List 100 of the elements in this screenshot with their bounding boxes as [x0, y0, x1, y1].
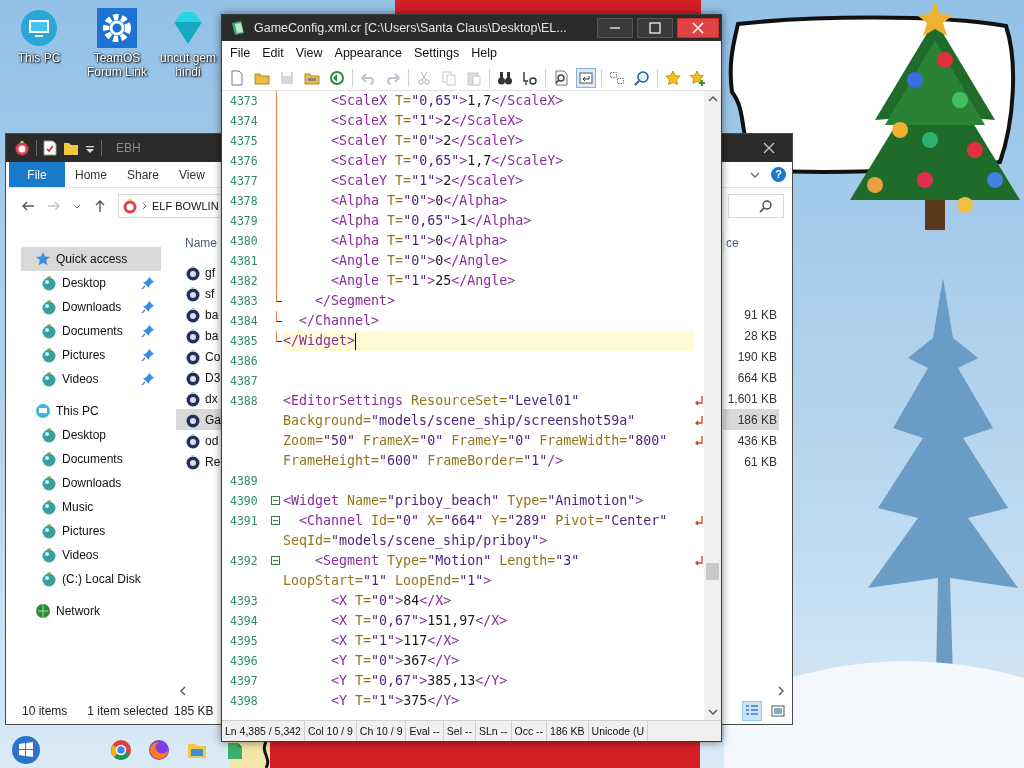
file-name: dx: [205, 391, 218, 406]
code-line: <Widget Name="priboy_beach" Type="Animotion">: [283, 492, 644, 511]
ornament-icon: [41, 547, 57, 563]
selection-info: 1 item selected: [87, 704, 169, 718]
status-field: Unicode (U: [588, 721, 649, 741]
scroll-down-icon[interactable]: [707, 708, 718, 716]
column-header[interactable]: Name: [176, 232, 217, 254]
nav-item[interactable]: Pictures: [21, 343, 161, 367]
pin-icon: [141, 300, 155, 314]
scroll-right-icon[interactable]: [777, 686, 785, 696]
file-size: 664 KB: [737, 370, 777, 385]
menu-item[interactable]: Help: [465, 46, 503, 60]
gear-icon[interactable]: [97, 8, 137, 48]
properties-icon[interactable]: [43, 140, 57, 156]
nav-item[interactable]: (C:) Local Disk: [21, 567, 161, 591]
ribbon-tab[interactable]: View: [169, 162, 215, 187]
nav-item[interactable]: Downloads: [21, 295, 161, 319]
file-row[interactable]: gf: [176, 262, 222, 283]
vertical-scrollbar[interactable]: [704, 91, 721, 720]
menu-item[interactable]: View: [289, 46, 329, 60]
column-header[interactable]: ce: [723, 232, 739, 254]
line-number: 4398: [230, 694, 258, 708]
details-list-icon: [745, 704, 759, 718]
line-number: 4381: [230, 254, 258, 268]
fold-button[interactable]: [271, 556, 280, 565]
line-number: 4382: [230, 274, 258, 288]
maximize-button[interactable]: [637, 18, 673, 38]
fold-button[interactable]: [271, 516, 280, 525]
ornament-icon: [41, 475, 57, 491]
fold-button[interactable]: [271, 496, 280, 505]
file-row[interactable]: D3: [176, 367, 222, 388]
file-row[interactable]: Ga: [176, 409, 222, 430]
search-icon: [759, 199, 773, 213]
nav-item[interactable]: Desktop: [21, 271, 161, 295]
ribbon-tab[interactable]: Home: [65, 162, 117, 187]
nav-item[interactable]: Documents: [21, 319, 161, 343]
file-row[interactable]: Re: [176, 451, 222, 472]
file-menu-button[interactable]: File: [9, 162, 65, 187]
selected-row-highlight[interactable]: 186 KB: [723, 409, 779, 430]
line-number: 4385: [230, 334, 258, 348]
ornament-icon: [185, 306, 201, 323]
word-wrap-button[interactable]: [576, 67, 596, 88]
menu-item[interactable]: Appearance: [328, 46, 408, 60]
fold-end-marker: [276, 331, 282, 342]
line-number: 4387: [230, 374, 258, 388]
file-size: 1,601 KB: [727, 391, 777, 406]
address-field[interactable]: ELF BOWLIN: [118, 194, 220, 218]
globe-icon: [35, 603, 51, 619]
folder-icon[interactable]: [63, 140, 79, 156]
ornament-icon: [41, 499, 57, 515]
file-row[interactable]: sf: [176, 283, 222, 304]
ornament-icon: [41, 523, 57, 539]
line-number: 4388: [230, 394, 258, 408]
nav-item[interactable]: Network: [21, 599, 161, 623]
nav-item[interactable]: Desktop: [21, 423, 161, 447]
code-line: <EditorSettings ResourceSet="Level01": [283, 392, 580, 410]
ornament-icon: [41, 275, 57, 291]
ornament-icon: [41, 323, 57, 339]
ornament-icon[interactable]: [14, 140, 30, 156]
nav-item[interactable]: This PC: [21, 399, 161, 423]
nav-item[interactable]: Videos: [21, 367, 161, 391]
file-row[interactable]: ba: [176, 325, 222, 346]
file-row[interactable]: Co: [176, 346, 222, 367]
scroll-up-icon[interactable]: [707, 95, 718, 103]
nav-item[interactable]: Pictures: [21, 519, 161, 543]
help-button[interactable]: ?: [771, 167, 786, 182]
scroll-left-icon[interactable]: [179, 686, 187, 696]
menu-item[interactable]: Settings: [408, 46, 466, 60]
line-number: 4393: [230, 594, 258, 608]
code-line: <ScaleX T="1">2</ScaleX>: [330, 112, 524, 130]
file-row[interactable]: dx: [176, 388, 222, 409]
menu-item[interactable]: File: [224, 46, 257, 60]
pin-icon: [141, 324, 155, 338]
chevron-right-icon: [141, 200, 149, 212]
file-name: sf: [205, 286, 215, 301]
file-row[interactable]: od: [176, 430, 222, 451]
browser-icon[interactable]: [110, 739, 132, 761]
file-row[interactable]: ba: [176, 304, 222, 325]
ribbon-tab[interactable]: Share: [117, 162, 170, 187]
line-number: 4376: [230, 154, 258, 168]
file-size: 91 KB: [744, 307, 777, 322]
search-field[interactable]: [728, 194, 784, 218]
wrap-arrow-icon: [694, 555, 704, 567]
close-button[interactable]: [677, 18, 719, 38]
ornament-icon: [41, 427, 57, 443]
line-number: 4378: [230, 194, 258, 208]
computer-icon[interactable]: [19, 8, 59, 48]
file-name: Co: [205, 349, 221, 364]
nav-item[interactable]: Downloads: [21, 471, 161, 495]
nav-item[interactable]: Documents: [21, 447, 161, 471]
ornament-icon: [41, 347, 57, 363]
nav-item[interactable]: Quick access: [21, 247, 161, 271]
scroll-thumb[interactable]: [706, 563, 719, 580]
nav-item[interactable]: Music: [21, 495, 161, 519]
menu-item[interactable]: Edit: [256, 46, 290, 60]
nav-item[interactable]: Videos: [21, 543, 161, 567]
browser-icon[interactable]: [148, 739, 170, 761]
minimize-button[interactable]: [597, 18, 633, 38]
status-field: Ch 10 / 9: [356, 721, 407, 741]
address-text: ELF BOWLIN: [152, 200, 219, 212]
